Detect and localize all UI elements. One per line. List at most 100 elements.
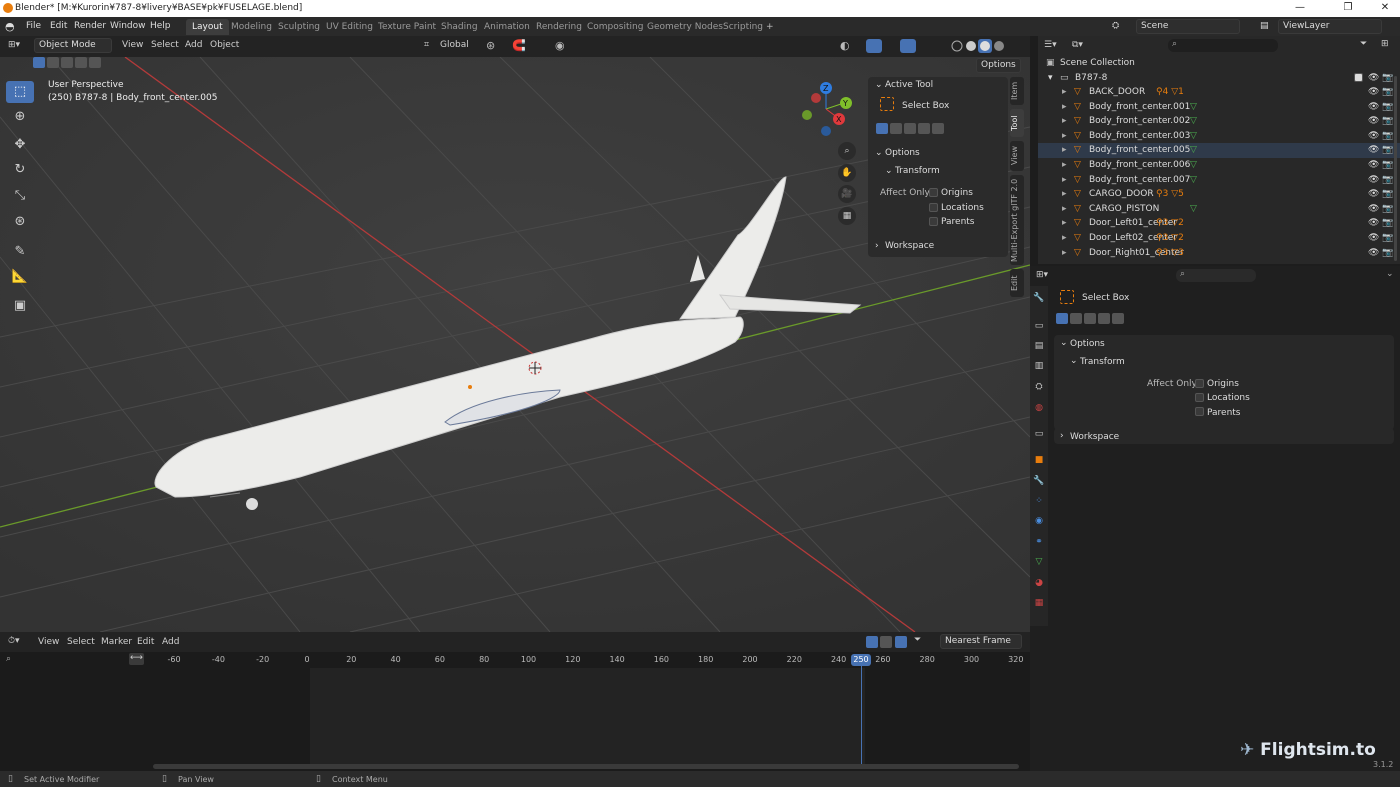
expand-arrow-icon[interactable]: ▸ — [1062, 248, 1067, 258]
pan-hand-icon[interactable]: ✋ — [838, 164, 856, 182]
orientation-selector[interactable]: Global — [440, 40, 469, 50]
expand-arrow-icon[interactable]: ▸ — [1062, 160, 1067, 170]
timeline-range-area[interactable] — [310, 668, 865, 764]
display-mode-icon[interactable]: ⧉▾ — [1072, 40, 1083, 50]
overlay-toggle-icon[interactable] — [900, 39, 916, 53]
outliner-row[interactable]: ▸ ▽ Body_front_center.001 ▽ 👁 📷 — [1038, 100, 1400, 115]
props-options-header[interactable]: Options — [1070, 339, 1105, 349]
tool-props-icon[interactable]: 🔧 — [1033, 292, 1045, 304]
transform-chevron-icon[interactable]: ⌄ — [885, 166, 893, 176]
parents-checkbox[interactable] — [929, 217, 938, 226]
tab-sculpting[interactable]: Sculpting — [278, 22, 320, 32]
outliner-row[interactable]: ▸ ▽ Door_Right01_center ⚲3 ▽3 👁 📷 — [1038, 246, 1400, 261]
render-camera-icon[interactable]: 📷 — [1382, 233, 1393, 243]
outliner-row[interactable]: ▸ ▽ Door_Left01_center ⚲3 ▽2 👁 📷 — [1038, 216, 1400, 231]
tab-uv-editing[interactable]: UV Editing — [326, 22, 373, 32]
outliner-item-label[interactable]: Body_front_center.003 — [1089, 131, 1190, 141]
render-props-icon[interactable]: ▭ — [1033, 320, 1045, 332]
options-dropdown[interactable]: Options — [976, 58, 1021, 73]
visibility-eye-icon[interactable]: 👁 — [1368, 102, 1379, 112]
expand-arrow-icon[interactable]: ▸ — [1062, 233, 1067, 243]
close-button[interactable]: ✕ — [1370, 2, 1400, 13]
expand-arrow-icon[interactable]: ▸ — [1062, 218, 1067, 228]
outliner-item-label[interactable]: Body_front_center.006 — [1089, 160, 1190, 170]
new-collection-icon[interactable]: ⊞ — [1381, 39, 1389, 49]
properties-search-input[interactable]: ⌕ — [1176, 269, 1256, 282]
timeline-search-icon[interactable]: ⌕ — [6, 654, 11, 664]
gizmo-toggle-icon[interactable] — [866, 39, 882, 53]
camera-icon[interactable]: 🎥 — [838, 185, 856, 203]
snap-icon[interactable]: 🧲 — [512, 39, 526, 52]
visibility-eye-icon[interactable]: 👁 — [1368, 160, 1379, 170]
visibility-eye-icon[interactable]: 👁 — [1368, 131, 1379, 141]
visibility-eye-icon[interactable]: 👁 — [1368, 175, 1379, 185]
timeline-filter-icon[interactable]: ⏷ — [914, 635, 921, 645]
timeline-menu-view[interactable]: View — [38, 637, 59, 647]
select-mode-row[interactable] — [876, 123, 946, 137]
menu-window[interactable]: Window — [110, 21, 146, 31]
pivot-icon[interactable]: ⊛ — [486, 39, 495, 52]
outliner-row[interactable]: ▸ ▽ CARGO_PISTON ▽ 👁 📷 — [1038, 202, 1400, 217]
render-camera-icon[interactable]: 📷 — [1382, 175, 1393, 185]
render-camera-icon[interactable]: 📷 — [1382, 131, 1393, 141]
zoom-icon[interactable]: ⌕ — [838, 142, 856, 160]
tab-layout[interactable]: Layout — [186, 19, 229, 35]
view-layer-props-icon[interactable]: ▥ — [1033, 360, 1045, 372]
transform-tool-icon[interactable]: ⊛ — [6, 211, 34, 233]
visibility-eye-icon[interactable]: 👁 — [1368, 248, 1379, 258]
timeline-overlay-icon[interactable] — [895, 636, 907, 648]
options-header[interactable]: Options — [885, 148, 920, 158]
props-workspace-header[interactable]: Workspace — [1070, 432, 1119, 442]
menu-view[interactable]: View — [122, 40, 143, 50]
menu-select[interactable]: Select — [151, 40, 179, 50]
outliner-row[interactable]: ▸ ▽ Body_front_center.003 ▽ 👁 📷 — [1038, 129, 1400, 144]
ntab-edit[interactable]: Edit — [1010, 269, 1024, 297]
properties-options-icon[interactable]: ⌄ — [1386, 269, 1394, 279]
render-camera-icon[interactable]: 📷 — [1382, 189, 1393, 199]
editor-type-icon[interactable]: ⊞▾ — [8, 40, 20, 50]
timeline-menu-edit[interactable]: Edit — [137, 637, 154, 647]
render-camera-icon[interactable]: 📷 — [1382, 116, 1393, 126]
ntab-item[interactable]: Item — [1010, 77, 1024, 105]
timeline-menu-marker[interactable]: Marker — [101, 637, 132, 647]
outliner-editor-icon[interactable]: ☰▾ — [1044, 40, 1057, 50]
proportional-icon[interactable]: ◉ — [555, 39, 565, 52]
navigation-gizmo[interactable]: Z Y X — [796, 79, 856, 141]
playhead-line[interactable] — [861, 666, 862, 764]
expand-arrow-icon[interactable]: ▸ — [1062, 116, 1067, 126]
object-props-icon[interactable]: ■ — [1033, 454, 1045, 466]
origins-checkbox[interactable] — [929, 188, 938, 197]
render-camera-icon[interactable]: 📷 — [1382, 248, 1393, 258]
visibility-eye-icon[interactable]: 👁 — [1368, 189, 1379, 199]
tab-texture-paint[interactable]: Texture Paint — [378, 22, 436, 32]
tab-compositing[interactable]: Compositing — [587, 22, 643, 32]
outliner-row[interactable]: ▸ ▽ BACK_DOOR ⚲4 ▽1 👁 📷 — [1038, 85, 1400, 100]
expand-arrow-icon[interactable]: ▸ — [1062, 204, 1067, 214]
mode-selector[interactable]: Object Mode — [34, 38, 112, 53]
scene-collection-label[interactable]: Scene Collection — [1060, 58, 1135, 68]
outliner-item-label[interactable]: CARGO_DOOR — [1089, 189, 1154, 199]
props-transform-chevron-icon[interactable]: ⌄ — [1070, 356, 1078, 366]
timeline-menu-add[interactable]: Add — [162, 637, 179, 647]
timeline-editor-icon[interactable]: ⏱▾ — [8, 636, 20, 646]
render-camera-icon[interactable]: 📷 — [1382, 73, 1393, 83]
expand-icon[interactable]: ▾ — [1048, 73, 1053, 83]
timeline-swap-icon[interactable]: ⟷ — [129, 653, 144, 665]
scene-selector[interactable]: Scene — [1136, 19, 1240, 34]
scene-props-icon[interactable]: ⛭ — [1033, 381, 1045, 393]
properties-editor-icon[interactable]: ⊞▾ — [1036, 270, 1048, 280]
ntab-multi-export[interactable]: Multi-Export glTF 2.0 — [1010, 175, 1024, 265]
outliner-row[interactable]: ▸ ▽ Body_front_center.002 ▽ 👁 📷 — [1038, 114, 1400, 129]
visibility-eye-icon[interactable]: 👁 — [1368, 233, 1379, 243]
visibility-eye-icon[interactable]: 👁 — [1368, 73, 1379, 83]
material-props-icon[interactable]: ◕ — [1033, 577, 1045, 589]
render-camera-icon[interactable]: 📷 — [1382, 145, 1393, 155]
move-tool-icon[interactable]: ✥ — [6, 134, 34, 156]
timeline-menu-select[interactable]: Select — [67, 637, 95, 647]
render-camera-icon[interactable]: 📷 — [1382, 87, 1393, 97]
collection-b787-label[interactable]: B787-8 — [1075, 73, 1107, 83]
tab-modeling[interactable]: Modeling — [231, 22, 272, 32]
add-cube-tool-icon[interactable]: ▣ — [6, 295, 34, 317]
outliner-item-label[interactable]: Body_front_center.007 — [1089, 175, 1190, 185]
visibility-eye-icon[interactable]: 👁 — [1368, 218, 1379, 228]
